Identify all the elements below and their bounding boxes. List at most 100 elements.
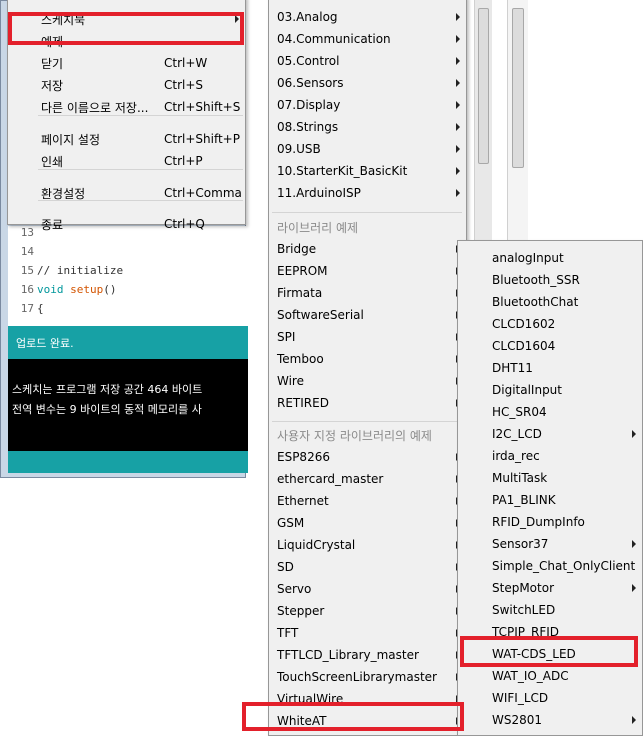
whiteat-menu-item[interactable]: Sensor37	[458, 533, 642, 555]
whiteat-menu-item[interactable]: CLCD1604	[458, 335, 642, 357]
whiteat-menu-item[interactable]: PA1_BLINK	[458, 489, 642, 511]
status-text: 업로드 완료.	[16, 336, 74, 350]
examples-menu-item[interactable]: ethercard_master	[269, 468, 466, 490]
console-line: 전역 변수는 9 바이트의 동적 메모리를 사	[12, 403, 202, 416]
whiteat-menu-item[interactable]: Bluetooth_SSR	[458, 269, 642, 291]
whiteat-menu-item[interactable]: BluetoothChat	[458, 291, 642, 313]
examples-scroll-thumb[interactable]	[478, 8, 489, 164]
outer-scroll-thumb[interactable]	[512, 8, 524, 168]
code-editor[interactable]: 13 14 15// initialize 16 void setup() 17{	[8, 226, 248, 326]
code-keyword: void	[37, 283, 64, 296]
examples-menu-item[interactable]: LiquidCrystal	[269, 534, 466, 556]
ide-footer	[8, 451, 248, 473]
menu-item-label: 06.Sensors	[277, 76, 344, 90]
menu-item-label: Sensor37	[492, 537, 549, 551]
examples-menu-item[interactable]: TFT	[269, 622, 466, 644]
whiteat-menu-item[interactable]: I2C_LCD	[458, 423, 642, 445]
menu-item-label: 11.ArduinoISP	[277, 186, 361, 200]
file-menu-item[interactable]: 닫기 Ctrl+W	[8, 52, 245, 74]
whiteat-menu-item[interactable]: SwitchLED	[458, 599, 642, 621]
examples-menu-item[interactable]: 05.Control	[269, 50, 466, 72]
menu-item-label: StepMotor	[492, 581, 554, 595]
examples-menu-item[interactable]: SPI	[269, 326, 466, 348]
submenu-arrow-icon	[632, 716, 636, 724]
submenu-arrow-icon	[235, 15, 239, 23]
examples-menu-item[interactable]: TFTLCD_Library_master	[269, 644, 466, 666]
whiteat-menu-item[interactable]: DigitalInput	[458, 379, 642, 401]
whiteat-menu-item[interactable]: analogInput	[458, 247, 642, 269]
examples-menu-item[interactable]: SD	[269, 556, 466, 578]
menu-item-label: ethercard_master	[277, 472, 384, 486]
code-line: // initialize	[37, 264, 124, 277]
whiteat-menu-item[interactable]: StepMotor	[458, 577, 642, 599]
whiteat-menu-item[interactable]: DHT11	[458, 357, 642, 379]
menu-item-label: TCPIP_RFID	[492, 625, 560, 639]
examples-menu-item[interactable]: 08.Strings	[269, 116, 466, 138]
menu-item-label: CLCD1602	[492, 317, 556, 331]
menu-item-label: EEPROM	[277, 264, 328, 278]
menu-item-label: TFT	[277, 626, 299, 640]
menu-item-label: TFTLCD_Library_master	[277, 648, 419, 662]
examples-menu-item[interactable]: GSM	[269, 512, 466, 534]
whiteat-menu-item[interactable]: HC_SR04	[458, 401, 642, 423]
submenu-arrow-icon	[632, 430, 636, 438]
examples-menu-item[interactable]: RETIRED	[269, 392, 466, 414]
whiteat-menu-item[interactable]: TCPIP_RFID	[458, 621, 642, 643]
examples-menu-item[interactable]: VirtualWire	[269, 688, 466, 710]
file-menu-item[interactable]: 예제	[8, 30, 245, 52]
whiteat-menu-item[interactable]: MultiTask	[458, 467, 642, 489]
whiteat-menu-item[interactable]: Simple_Chat_OnlyClient	[458, 555, 642, 577]
menu-item-label: Wire	[277, 374, 304, 388]
whiteat-menu-item[interactable]: WIFI_LCD	[458, 687, 642, 709]
whiteat-menu-item[interactable]: CLCD1602	[458, 313, 642, 335]
menu-item-label: I2C_LCD	[492, 427, 542, 441]
menu-item-label: 07.Display	[277, 98, 341, 112]
menu-item-shortcut: Ctrl+Comma	[164, 186, 242, 200]
examples-menu-item[interactable]: 04.Communication	[269, 28, 466, 50]
file-menu-item[interactable]: 스케치북	[8, 8, 245, 30]
examples-menu-item[interactable]: 06.Sensors	[269, 72, 466, 94]
examples-menu-item[interactable]: Servo	[269, 578, 466, 600]
whiteat-menu-item[interactable]: WAT-CDS_LED	[458, 643, 642, 665]
submenu-arrow-icon	[632, 584, 636, 592]
menu-item-label: SPI	[277, 330, 296, 344]
submenu-arrow-icon	[456, 189, 460, 197]
menu-item-label: ESP8266	[277, 450, 330, 464]
examples-menu-item[interactable]: Stepper	[269, 600, 466, 622]
examples-menu-item[interactable]: Ethernet	[269, 490, 466, 512]
whiteat-menu-item[interactable]: irda_rec	[458, 445, 642, 467]
examples-menu-item[interactable]: TouchScreenLibrarymaster	[269, 666, 466, 688]
examples-menu-item[interactable]: Bridge	[269, 238, 466, 260]
whiteat-menu-item[interactable]: RFID_DumpInfo	[458, 511, 642, 533]
examples-menu-item[interactable]: WhiteAT	[269, 710, 466, 732]
examples-menu-item[interactable]: 07.Display	[269, 94, 466, 116]
examples-menu-item[interactable]: EEPROM	[269, 260, 466, 282]
outer-scrollbar[interactable]	[507, 0, 528, 240]
menu-item-label: GSM	[277, 516, 305, 530]
submenu-arrow-icon	[456, 13, 460, 21]
menu-item-label: PA1_BLINK	[492, 493, 556, 507]
menu-separator	[272, 421, 462, 422]
menu-item-label: SD	[277, 560, 294, 574]
examples-scrollbar[interactable]	[474, 0, 492, 240]
menu-item-label: 닫기	[41, 56, 64, 71]
examples-menu-item[interactable]: Firmata	[269, 282, 466, 304]
examples-menu-item[interactable]: 10.StarterKit_BasicKit	[269, 160, 466, 182]
file-menu-item[interactable]: 저장 Ctrl+S	[8, 74, 245, 96]
file-menu-item[interactable]: 종료 Ctrl+Q	[8, 213, 245, 235]
line-number: 14	[20, 245, 34, 258]
menu-separator	[272, 212, 462, 213]
menu-item-label: DHT11	[492, 361, 533, 375]
examples-menu-item[interactable]: 11.ArduinoISP	[269, 182, 466, 204]
examples-menu-item[interactable]: SoftwareSerial	[269, 304, 466, 326]
menu-item-shortcut: Ctrl+P	[164, 154, 203, 168]
file-menu-item[interactable]: 페이지 설정 Ctrl+Shift+P	[8, 128, 245, 150]
menu-item-label: 05.Control	[277, 54, 340, 68]
examples-menu-item[interactable]: ESP8266	[269, 446, 466, 468]
examples-menu-item[interactable]: Wire	[269, 370, 466, 392]
whiteat-menu-item[interactable]: WAT_IO_ADC	[458, 665, 642, 687]
examples-menu-item[interactable]: 03.Analog	[269, 6, 466, 28]
whiteat-menu-item[interactable]: WS2801	[458, 709, 642, 731]
examples-menu-item[interactable]: Temboo	[269, 348, 466, 370]
examples-menu-item[interactable]: 09.USB	[269, 138, 466, 160]
